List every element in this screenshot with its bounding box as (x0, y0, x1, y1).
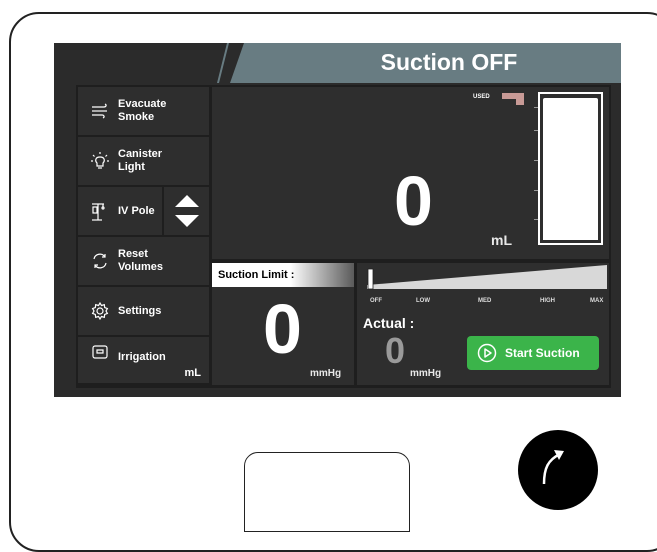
canister-light-label-2: Light (118, 161, 145, 173)
suction-limit-value: 0 (263, 290, 302, 368)
slider-label-high: HIGH (540, 298, 555, 304)
suction-level-slider[interactable] (367, 265, 609, 295)
suction-limit-label: Suction Limit : (212, 263, 354, 287)
iv-pole-button[interactable]: IV Pole (78, 187, 162, 235)
gear-icon (86, 301, 114, 321)
settings-button[interactable]: Settings (78, 287, 209, 335)
reset-volumes-button[interactable]: Reset Volumes (78, 237, 209, 285)
canister-light-button[interactable]: Canister Light (78, 137, 209, 185)
canister-light-label-1: Canister (118, 148, 163, 160)
iv-pole-down-arrow-icon[interactable] (174, 215, 199, 227)
settings-label: Settings (118, 304, 162, 317)
play-icon (477, 343, 497, 363)
slider-label-low: LOW (416, 298, 430, 304)
evacuate-smoke-label-1: Evacuate (118, 98, 167, 110)
volume-value: 0 (394, 162, 433, 240)
slider-label-med: MED (478, 298, 492, 304)
device-port (244, 452, 410, 532)
evacuate-smoke-button[interactable]: Evacuate Smoke (78, 87, 209, 135)
smoke-icon (86, 102, 114, 120)
canister-fill (543, 98, 598, 240)
volume-unit: mL (491, 232, 512, 248)
irrigation-icon (86, 345, 114, 359)
actual-unit: mmHg (410, 368, 442, 379)
slider-label-max: MAX (590, 298, 604, 304)
irrigation-label: Irrigation (118, 351, 166, 363)
power-knob[interactable] (518, 430, 598, 510)
suction-limit-unit: mmHg (310, 368, 342, 379)
irrigation-button[interactable]: Irrigation mL (78, 337, 209, 383)
evacuate-smoke-label-2: Smoke (118, 111, 155, 123)
irrigation-unit: mL (184, 367, 202, 379)
actual-value: 0 (385, 330, 406, 371)
slider-label-off: OFF (370, 298, 382, 304)
start-suction-button[interactable]: Start Suction (467, 336, 599, 370)
reset-volumes-label-2: Volumes (118, 261, 164, 273)
reset-volumes-label-1: Reset (118, 248, 148, 260)
rotate-arrow-icon (542, 450, 564, 485)
iv-pole-up-arrow-icon[interactable] (174, 195, 199, 207)
start-suction-label: Start Suction (505, 346, 580, 360)
iv-pole-arrows (164, 187, 209, 235)
slider-handle (367, 268, 374, 290)
page-title: Suction OFF (380, 49, 518, 75)
lightbulb-icon (86, 151, 114, 171)
actual-label: Actual : (363, 315, 415, 331)
control-screen: Suction OFF Evacuate Smoke Canister Light … (54, 43, 621, 397)
used-marker-icon (502, 93, 524, 105)
used-label: USED (473, 94, 490, 100)
canister-gauge (538, 92, 603, 245)
reset-icon (86, 251, 114, 271)
iv-pole-icon (86, 201, 114, 221)
iv-pole-label: IV Pole (118, 204, 155, 217)
